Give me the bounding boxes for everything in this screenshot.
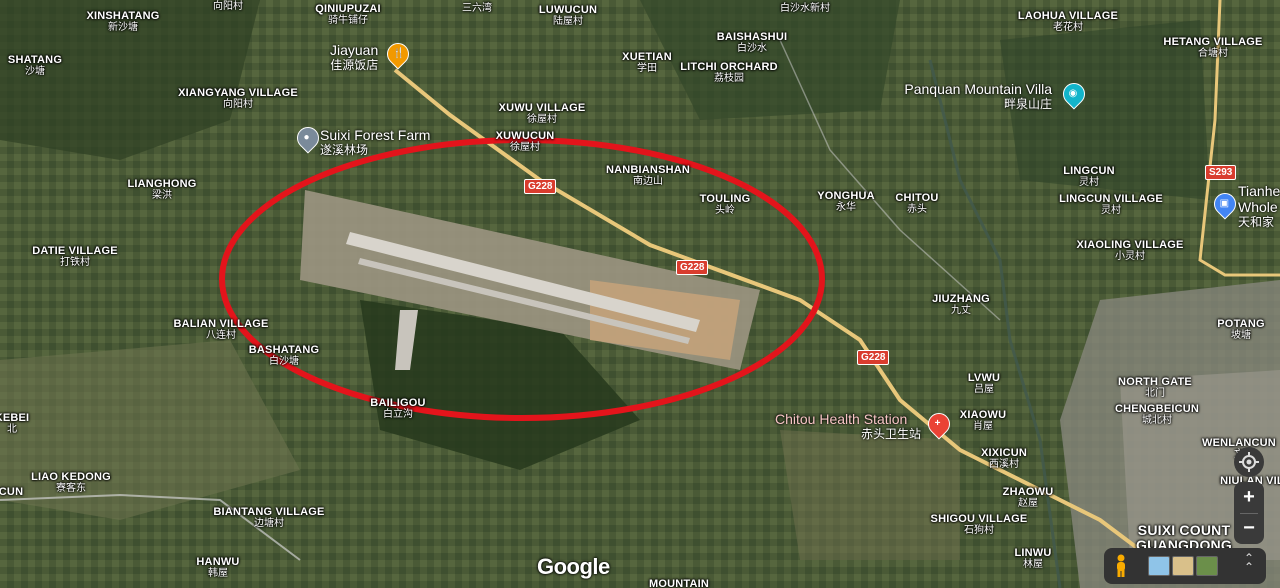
poi-suixi-forest-farm[interactable]: Suixi Forest Farm 遂溪林场 [320,128,430,158]
pegman-icon[interactable] [1112,554,1130,578]
place-label-touling: TOULING 头岭 [699,193,751,217]
place-label-xuwu-village: XUWU VILLAGE 徐屋村 [498,102,586,126]
place-label-xiaowu: XIAOWU 肖屋 [959,409,1007,433]
road-shield-g228: G228 [857,350,890,365]
place-label-xiangyang-top: 向阳村 [213,1,243,12]
place-label-hanwu: HANWU 韩屋 [196,556,240,580]
place-label-cun: CUN [0,486,24,498]
layers-bar: ⌃ ⌃ [1104,548,1266,584]
place-label-mountain: MOUNTAIN [648,578,710,588]
expand-icon[interactable]: ⌃ ⌃ [1240,552,1258,578]
zoom-in-button[interactable]: + [1234,482,1264,512]
poi-panquan-mountain-villa[interactable]: Panquan Mountain Villa 畔泉山庄 [894,82,1052,112]
layer-thumbnail-map[interactable] [1148,556,1170,576]
place-label-zhaowu: ZHAOWU 赵屋 [1002,486,1054,510]
place-label-sanliuwan: 三六湾 [462,3,492,14]
place-label-lingcun-village: LINGCUN VILLAGE 灵村 [1059,193,1163,217]
place-label-baishaxincun: 白沙水新村 [780,3,830,14]
place-label-xiaoling: XIAOLING VILLAGE 小灵村 [1076,239,1184,263]
place-label-lingcun: LINGCUN 灵村 [1063,165,1115,189]
my-location-button[interactable] [1234,447,1264,477]
place-label-chitou: CHITOU 赤头 [895,192,939,216]
google-logo: Google [537,554,610,579]
place-label-shigou: SHIGOU VILLAGE 石狗村 [930,513,1028,537]
place-label-liaokedong: LIAO KEDONG 寮客东 [31,471,111,495]
place-label-bashatang: BASHATANG 白沙塘 [248,344,320,368]
place-label-litchi: LITCHI ORCHARD 荔枝园 [680,61,778,85]
poi-jiayuan[interactable]: Jiayuan 佳源饭店 [330,43,378,73]
place-label-xiangyang-village: XIANGYANG VILLAGE 向阳村 [178,87,298,111]
place-label-xuetian: XUETIAN 学田 [622,51,672,75]
road-shield-s293: S293 [1205,165,1237,180]
place-label-biantang: BIANTANG VILLAGE 边塘村 [213,506,325,530]
place-label-northgate: NORTH GATE 北门 [1118,376,1192,400]
place-label-lvwu: LVWU 吕屋 [967,372,1001,396]
place-label-hetang: HETANG VILLAGE 合塘村 [1163,36,1263,60]
my-location-icon [1239,452,1259,472]
place-label-kebei: KEBEI北 [0,412,30,436]
place-label-linwu: LINWU 林屋 [1014,547,1052,571]
place-label-yonghua: YONGHUA 永华 [817,190,875,214]
layer-thumbnail-terrain[interactable] [1172,556,1194,576]
place-label-bailigou: BAILIGOU 白立沟 [370,397,426,421]
place-label-balian: BALIAN VILLAGE 八连村 [173,318,269,342]
road-shield-g228: G228 [524,179,557,194]
road-shield-g228: G228 [676,260,709,275]
place-label-luwucun: LUWUCUN 陆屋村 [538,4,598,28]
place-label-datie: DATIE VILLAGE 打铁村 [32,245,118,269]
place-label-lianghong: LIANGHONG 梁洪 [127,178,197,202]
satellite-map[interactable]: XINSHATANG 新沙塘 向阳村 QINIUPUZAI 骑牛铺仔 三六湾 LUW… [0,0,1280,588]
poi-tianhe-wholesale[interactable]: Tianhe Whole 天和家 [1238,183,1280,230]
place-label-qiniupuzai: QINIUPUZAI 骑牛铺仔 [315,3,381,27]
place-label-laohua: LAOHUA VILLAGE 老花村 [1017,10,1119,34]
place-label-chengbeicun: CHENGBEICUN 城北村 [1114,403,1200,427]
place-label-xuwucun: XUWUCUN 徐屋村 [495,130,555,154]
place-label-xinshatang: XINSHATANG 新沙塘 [86,10,160,34]
place-label-xixicun: XIXICUN 西溪村 [980,447,1028,471]
zoom-out-button[interactable]: − [1234,513,1264,543]
poi-chitou-health-station[interactable]: Chitou Health Station 赤头卫生站 [775,412,921,442]
place-label-potang: POTANG 坡塘 [1217,318,1265,342]
place-label-jiuzhang: JIUZHANG 九丈 [932,293,990,317]
layer-thumbnail-satellite[interactable] [1196,556,1218,576]
place-label-shatang: SHATANG 沙塘 [7,54,63,78]
place-label-baishashui: BAISHASHUI 白沙水 [716,31,788,55]
zoom-controls: + − [1234,482,1264,544]
place-label-nanbianshan: NANBIANSHAN 南边山 [605,164,691,188]
